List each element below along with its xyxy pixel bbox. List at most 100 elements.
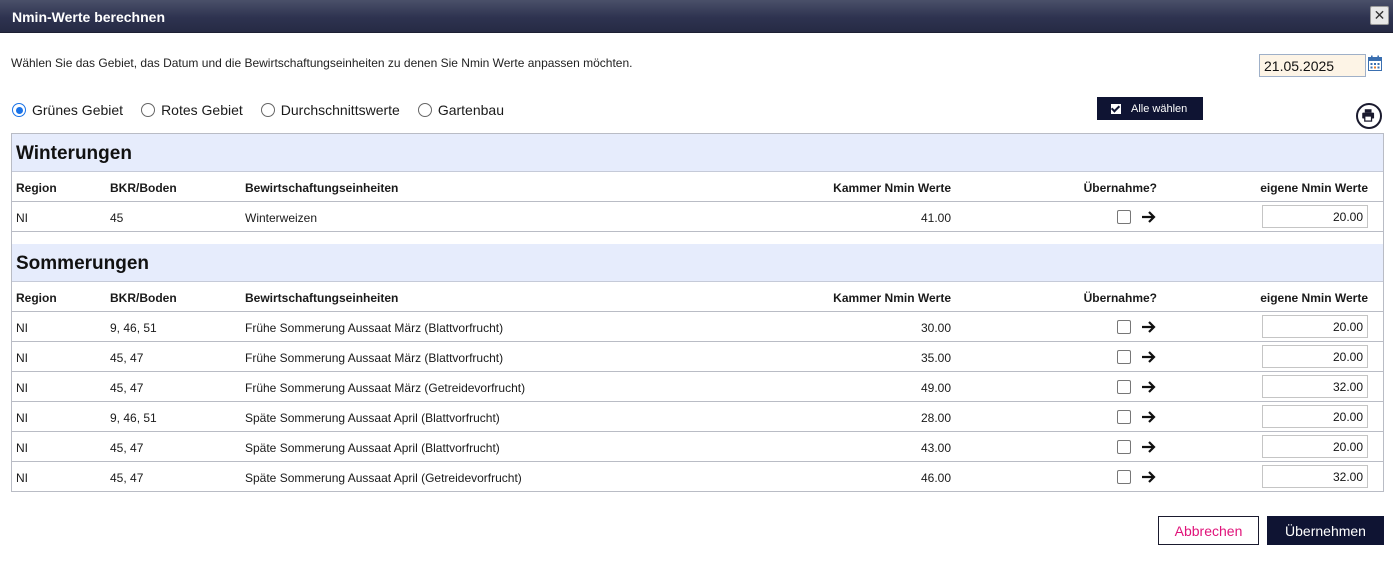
radio-unselected-icon xyxy=(417,103,432,117)
table-row: NI 45, 47 Späte Sommerung Aussaat April … xyxy=(12,432,1383,462)
dialog-title: Nmin-Werte berechnen xyxy=(12,9,165,25)
checkbox-checked-icon xyxy=(1111,103,1121,114)
cell-kammer: 49.00 xyxy=(920,381,951,395)
eigene-nmin-input[interactable] xyxy=(1262,375,1368,398)
uebernahme-checkbox[interactable] xyxy=(1117,470,1131,484)
select-all-button[interactable]: Alle wählen xyxy=(1097,97,1203,120)
eigene-nmin-input[interactable] xyxy=(1262,315,1368,338)
radio-durchschnittswerte[interactable]: Durchschnittswerte xyxy=(260,102,400,118)
col-header-uebernahme: Übernahme? xyxy=(1083,291,1157,305)
eigene-nmin-input[interactable] xyxy=(1262,405,1368,428)
table-row: NI 45, 47 Frühe Sommerung Aussaat März (… xyxy=(12,342,1383,372)
select-all-label: Alle wählen xyxy=(1131,102,1188,115)
col-header-uebernahme: Übernahme? xyxy=(1083,181,1157,195)
cell-bkr: 45, 47 xyxy=(110,351,144,365)
section-title: Sommerungen xyxy=(16,253,150,274)
arrow-right-icon[interactable] xyxy=(1141,469,1157,485)
date-input[interactable] xyxy=(1259,54,1366,77)
arrow-right-icon[interactable] xyxy=(1141,349,1157,365)
table-row: NI 45, 47 Frühe Sommerung Aussaat März (… xyxy=(12,372,1383,402)
calendar-icon[interactable] xyxy=(1368,55,1382,71)
arrow-right-icon[interactable] xyxy=(1141,319,1157,335)
cell-kammer: 30.00 xyxy=(920,321,951,335)
cell-region: NI xyxy=(16,471,28,485)
arrow-right-icon[interactable] xyxy=(1141,409,1157,425)
col-header-kammer: Kammer Nmin Werte xyxy=(833,181,951,195)
radio-label: Rotes Gebiet xyxy=(161,102,243,118)
uebernahme-checkbox[interactable] xyxy=(1117,380,1131,394)
table-row: NI 45 Winterweizen 41.00 xyxy=(12,202,1383,232)
cell-bew: Winterweizen xyxy=(245,211,318,225)
cell-kammer: 28.00 xyxy=(920,411,951,425)
cell-kammer: 41.00 xyxy=(920,211,951,225)
col-header-eigene: eigene Nmin Werte xyxy=(1260,291,1368,305)
table-row: NI 9, 46, 51 Späte Sommerung Aussaat Apr… xyxy=(12,402,1383,432)
table-header-row: Region BKR/Boden Bewirtschaftungseinheit… xyxy=(12,282,1383,312)
radio-label: Gartenbau xyxy=(437,102,504,118)
table-row: NI 45, 47 Späte Sommerung Aussaat April … xyxy=(12,462,1383,492)
uebernahme-checkbox[interactable] xyxy=(1117,320,1131,334)
instruction-text: Wählen Sie das Gebiet, das Datum und die… xyxy=(11,56,633,70)
cell-bew: Späte Sommerung Aussaat April (Getreidev… xyxy=(245,471,522,485)
section-title: Winterungen xyxy=(16,143,132,164)
section-header-winterungen: Winterungen xyxy=(12,134,1383,172)
printer-icon[interactable] xyxy=(1356,103,1382,129)
area-radio-group: Grünes Gebiet Rotes Gebiet Durchschnitts… xyxy=(12,101,522,119)
radio-selected-icon xyxy=(12,103,26,117)
uebernahme-checkbox[interactable] xyxy=(1117,410,1131,424)
radio-unselected-icon xyxy=(260,103,275,117)
table-header-row: Region BKR/Boden Bewirtschaftungseinheit… xyxy=(12,172,1383,202)
radio-unselected-icon xyxy=(141,103,156,117)
col-header-bkr: BKR/Boden xyxy=(110,291,177,305)
cell-kammer: 46.00 xyxy=(920,471,951,485)
eigene-nmin-input[interactable] xyxy=(1262,465,1368,488)
radio-gruenes-gebiet[interactable]: Grünes Gebiet xyxy=(12,102,123,118)
col-header-bew: Bewirtschaftungseinheiten xyxy=(245,181,399,195)
cell-bew: Frühe Sommerung Aussaat März (Getreidevo… xyxy=(245,381,526,395)
cell-region: NI xyxy=(16,321,28,335)
cell-region: NI xyxy=(16,441,28,455)
cell-region: NI xyxy=(16,411,28,425)
cell-bkr: 45 xyxy=(110,211,124,225)
cell-bew: Späte Sommerung Aussaat April (Blattvorf… xyxy=(245,441,500,455)
cell-region: NI xyxy=(16,211,28,225)
col-header-bkr: BKR/Boden xyxy=(110,181,177,195)
col-header-kammer: Kammer Nmin Werte xyxy=(833,291,951,305)
cell-bkr: 45, 47 xyxy=(110,381,144,395)
uebernahme-checkbox[interactable] xyxy=(1117,350,1131,364)
section-header-sommerungen: Sommerungen xyxy=(12,244,1383,282)
col-header-region: Region xyxy=(16,181,57,195)
cell-kammer: 43.00 xyxy=(920,441,951,455)
arrow-right-icon[interactable] xyxy=(1141,379,1157,395)
cell-bew: Frühe Sommerung Aussaat März (Blattvorfr… xyxy=(245,321,504,335)
close-icon[interactable]: ✕ xyxy=(1370,6,1389,25)
uebernahme-checkbox[interactable] xyxy=(1117,210,1131,224)
nmin-table: Winterungen Region BKR/Boden Bewirtschaf… xyxy=(11,133,1384,492)
cell-bkr: 45, 47 xyxy=(110,441,144,455)
cell-region: NI xyxy=(16,351,28,365)
cell-kammer: 35.00 xyxy=(920,351,951,365)
eigene-nmin-input[interactable] xyxy=(1262,435,1368,458)
cancel-button[interactable]: Abbrechen xyxy=(1158,516,1259,545)
arrow-right-icon[interactable] xyxy=(1141,209,1157,225)
col-header-bew: Bewirtschaftungseinheiten xyxy=(245,291,399,305)
cell-bkr: 45, 47 xyxy=(110,471,144,485)
radio-rotes-gebiet[interactable]: Rotes Gebiet xyxy=(141,102,243,118)
table-row: NI 9, 46, 51 Frühe Sommerung Aussaat Mär… xyxy=(12,312,1383,342)
col-header-region: Region xyxy=(16,291,57,305)
radio-gartenbau[interactable]: Gartenbau xyxy=(417,102,504,118)
apply-button[interactable]: Übernehmen xyxy=(1267,516,1384,545)
eigene-nmin-input[interactable] xyxy=(1262,345,1368,368)
uebernahme-checkbox[interactable] xyxy=(1117,440,1131,454)
radio-label: Grünes Gebiet xyxy=(32,102,124,118)
cell-bew: Späte Sommerung Aussaat April (Blattvorf… xyxy=(245,411,500,425)
arrow-right-icon[interactable] xyxy=(1141,439,1157,455)
radio-label: Durchschnittswerte xyxy=(280,102,400,118)
dialog-titlebar: Nmin-Werte berechnen ✕ xyxy=(0,0,1393,33)
cell-bkr: 9, 46, 51 xyxy=(110,411,157,425)
cell-bew: Frühe Sommerung Aussaat März (Blattvorfr… xyxy=(245,351,504,365)
cell-region: NI xyxy=(16,381,28,395)
eigene-nmin-input[interactable] xyxy=(1262,205,1368,228)
cell-bkr: 9, 46, 51 xyxy=(110,321,157,335)
col-header-eigene: eigene Nmin Werte xyxy=(1260,181,1368,195)
